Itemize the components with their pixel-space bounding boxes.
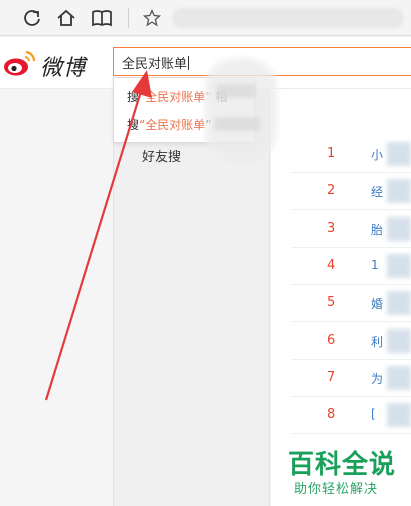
friend-search-link[interactable]: 好友搜 <box>142 146 181 165</box>
ranking-row[interactable]: 41 <box>291 248 411 285</box>
blurred-region <box>216 84 256 98</box>
blurred-region <box>387 403 411 428</box>
rank-number: 1 <box>327 146 336 161</box>
ranking-row[interactable]: 3胎 <box>291 211 411 248</box>
ranking-row[interactable]: 6利 <box>291 323 411 360</box>
rank-number: 6 <box>327 332 336 348</box>
blurred-region <box>205 58 277 162</box>
text-caret <box>188 56 190 70</box>
reload-icon[interactable] <box>20 6 44 30</box>
address-bar-blurred[interactable] <box>172 8 404 28</box>
reading-list-icon[interactable] <box>90 6 114 30</box>
rank-number: 3 <box>327 220 336 236</box>
rank-number: 4 <box>327 257 336 273</box>
blurred-region <box>387 142 411 166</box>
star-icon[interactable] <box>140 6 164 30</box>
ranking-row[interactable]: 2经 <box>291 173 411 211</box>
ranking-row[interactable]: 1小 <box>291 136 411 173</box>
blurred-region <box>387 179 411 204</box>
browser-toolbar <box>0 0 411 36</box>
rank-number: 7 <box>327 369 336 385</box>
watermark-title: 百科全说 <box>288 450 397 480</box>
rank-number: 8 <box>327 407 336 423</box>
blurred-region <box>387 365 411 390</box>
weibo-logo-icon[interactable] <box>2 48 38 78</box>
watermark-subtitle: 助你轻松解决 <box>294 482 379 497</box>
blurred-region <box>387 253 411 278</box>
blurred-region <box>387 328 411 353</box>
blurred-region <box>387 216 411 241</box>
brand-name[interactable]: 微博 <box>40 50 86 82</box>
watermark: 百科全说 助你轻松解决 <box>284 440 411 506</box>
search-query-text: 全民对账单 <box>122 56 190 72</box>
blurred-region <box>214 117 260 131</box>
ranking-row[interactable]: 8[ <box>291 397 411 435</box>
ranking-row[interactable]: 7为 <box>291 360 411 397</box>
blurred-region <box>387 291 411 316</box>
ranking-row[interactable]: 5婚 <box>291 285 411 323</box>
left-sidebar <box>0 89 113 506</box>
home-icon[interactable] <box>54 6 78 30</box>
toolbar-divider <box>128 8 129 28</box>
rank-number: 2 <box>327 183 336 199</box>
rank-number: 5 <box>327 295 336 311</box>
